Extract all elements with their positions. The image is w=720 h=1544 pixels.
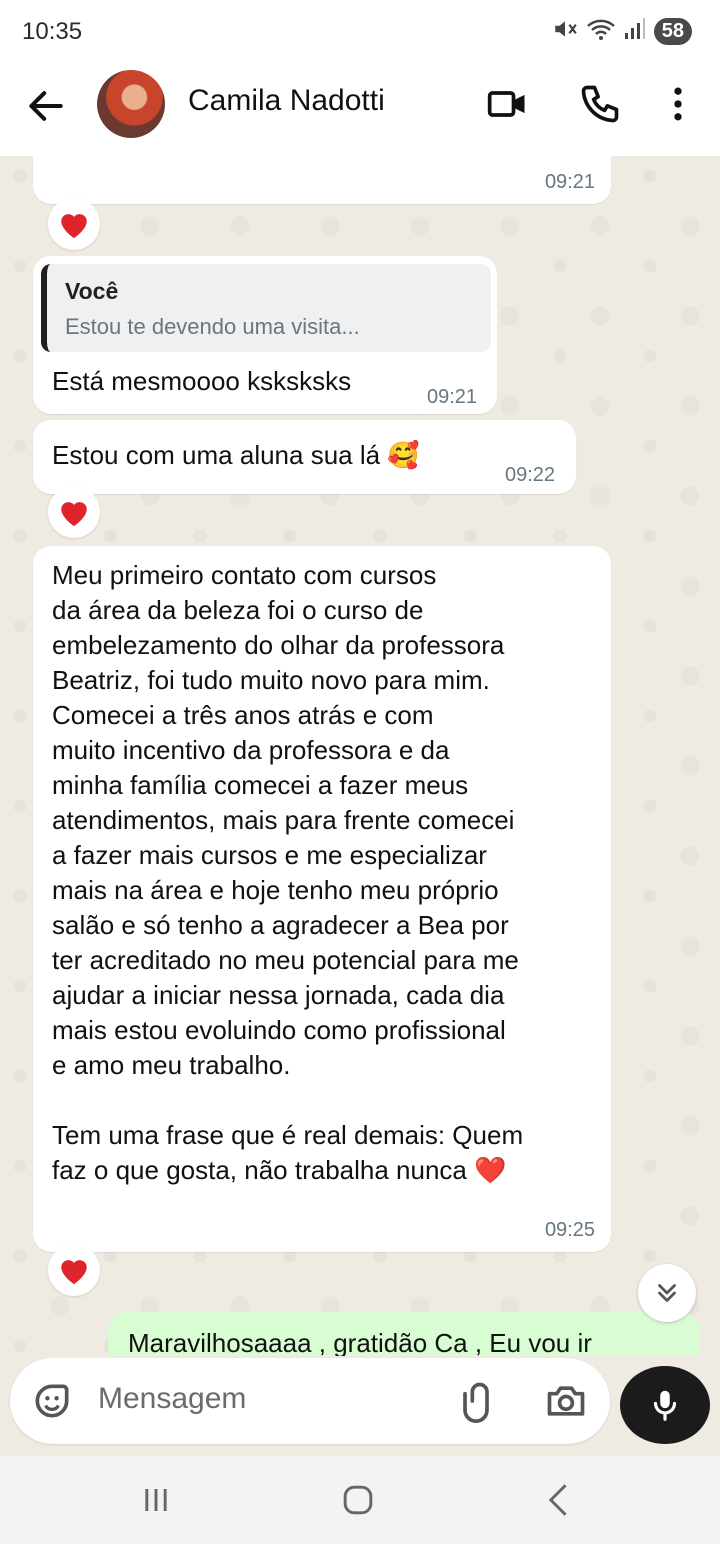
more-options-button[interactable] [656,82,700,126]
message-time: 09:22 [505,464,556,486]
message-text: Está mesmoooo ksksksks [52,366,352,396]
chevron-left-icon [548,1484,567,1516]
battery-level: 58 [653,18,692,45]
back-nav-button[interactable] [538,1478,582,1522]
message-time: 09:21 [427,386,478,408]
avatar[interactable] [97,70,165,138]
chat-area[interactable]: 09:21 Você Estou te devendo uma visita..… [0,156,720,1356]
status-bar: 10:35 58 [0,0,720,62]
status-icons: 58 [552,16,692,47]
double-chevron-down-icon [658,1284,676,1302]
heart-icon [61,214,87,239]
heart-icon [61,502,87,527]
message-input[interactable] [98,1382,438,1416]
paperclip-icon [463,1382,489,1423]
message-reaction[interactable] [48,198,100,250]
message-bubble-received[interactable]: Estou com uma aluna sua lá 🥰 09:22 [33,420,576,494]
sticker-button[interactable] [30,1379,74,1423]
message-composer [10,1358,610,1444]
wifi-icon [586,16,616,47]
message-bubble-received[interactable]: 09:21 [33,156,611,204]
video-call-button[interactable] [486,82,530,126]
heart-icon [61,1260,87,1285]
message-reaction[interactable] [48,486,100,538]
message-time: 09:25 [544,1219,595,1241]
mute-icon [552,16,578,47]
contact-name[interactable]: Camila Nadotti [188,84,385,118]
system-nav-bar [0,1456,720,1544]
voice-call-button[interactable] [578,82,622,126]
message-text: Meu primeiro contato com cursos da área … [52,560,524,1185]
message-time: 09:21 [544,171,595,193]
attach-button[interactable] [454,1379,498,1423]
video-camera-icon [487,91,525,117]
chat-header: Camila Nadotti [0,62,720,156]
home-button[interactable] [336,1478,380,1522]
message-bubble-received[interactable]: Meu primeiro contato com cursos da área … [33,546,611,1252]
sticker-icon [35,1384,69,1418]
quote-author: Você [65,278,119,304]
voice-message-button[interactable] [620,1366,710,1444]
microphone-icon [653,1390,677,1421]
quote-text: Estou te devendo uma visita... [65,314,360,339]
message-text: Estou com uma aluna sua lá 🥰 [52,440,420,470]
message-reaction[interactable] [48,1244,100,1296]
message-text: Maravilhosaaaa , gratidão Ca , Eu vou ir [128,1328,592,1356]
quoted-message[interactable]: Você Estou te devendo uma visita... [41,264,491,352]
status-time: 10:35 [22,18,83,45]
signal-icon [624,17,646,46]
recent-apps-button[interactable] [134,1478,178,1522]
arrow-left-icon [29,91,63,121]
back-button[interactable] [24,84,68,128]
scroll-to-bottom-button[interactable] [638,1264,696,1322]
phone-icon [581,85,619,123]
message-bubble-received[interactable]: Você Estou te devendo uma visita... Está… [33,256,497,414]
message-bubble-sent[interactable]: Maravilhosaaaa , gratidão Ca , Eu vou ir [108,1312,700,1356]
camera-icon [547,1386,585,1416]
home-icon [343,1485,373,1515]
camera-button[interactable] [544,1379,588,1423]
more-vertical-icon [674,87,682,121]
recents-icon [145,1489,167,1511]
